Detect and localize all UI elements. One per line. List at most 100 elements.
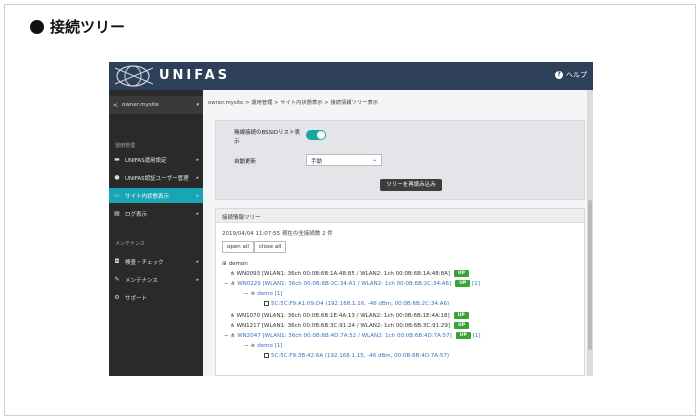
section-label-admin: 運用管理: [115, 143, 136, 149]
auto-update-label: 自動更新: [234, 159, 257, 165]
client-label: 5C:5C:F9:3B:42:6A (192.168.1.15, -46 dBm…: [271, 352, 449, 359]
ap-label: WN1217 [WLAN1: 36ch 00:0B:6B:3C:91:24 / …: [236, 322, 451, 329]
sidebar-item-maintenance[interactable]: ✎ メンテナンス ▸: [109, 272, 203, 287]
antenna-icon: ⋔: [230, 322, 235, 329]
scrollbar[interactable]: [587, 90, 593, 376]
app-screenshot: UNIFAS ? ヘルプ < owner.mysite ▾ 運用管理 ▬ UNI…: [109, 62, 593, 376]
bssid-list-label: 無線接続のBSSIDリスト表示: [234, 130, 301, 145]
display-icon: ▭: [114, 192, 120, 199]
tree-node-ap[interactable]: ⋔ WN0093 [WLAN1: 36ch 00:0B:6B:1A:48:85 …: [230, 269, 469, 278]
users-icon: ●: [114, 174, 120, 181]
connection-tree-panel: 接続情報ツリー 2019/04/04 11:07:55 現在の全接続数 2 件 …: [215, 208, 585, 376]
antenna-icon: ⋔: [230, 332, 236, 339]
chevron-down-icon: ⌄: [372, 157, 377, 163]
chevron-right-icon: ▸: [196, 156, 199, 163]
site-selector[interactable]: < owner.mysite ▾: [109, 96, 203, 114]
ap-label: WN2047 [WLAN1: 36ch 00:0B:6B:4D:7A:52 / …: [237, 332, 452, 339]
unifas-logo-icon: [114, 65, 154, 87]
ap-label: WN0093 [WLAN1: 36ch 00:0B:6B:1A:48:85 / …: [236, 270, 450, 277]
sidebar-item-label: 検査・チェック: [125, 259, 164, 266]
site-name: owner.mysite: [122, 102, 159, 108]
sidebar-item-label: UNIFAS認証ユーザー管理: [125, 175, 189, 182]
client-count: [1]: [472, 280, 480, 287]
chevron-down-icon: ▾: [196, 102, 199, 108]
toggle-knob: [317, 131, 325, 139]
brand-name: UNIFAS: [159, 68, 231, 83]
share-icon: <: [113, 101, 119, 109]
network-icon: ⊞: [222, 260, 227, 267]
tree-buttons: open all close all: [222, 241, 287, 253]
sidebar-item-label: サポート: [125, 295, 148, 302]
client-label: 5C:5C:F9:A1:09:D4 (192.168.1.16, -46 dBm…: [271, 300, 450, 307]
status-badge: UP: [454, 322, 470, 329]
open-all-button[interactable]: open all: [222, 241, 254, 253]
sidebar-item-auth-users[interactable]: ● UNIFAS認証ユーザー管理 ▸: [109, 170, 203, 185]
tree-node-ap[interactable]: ⋔ WN1070 [WLAN1: 36ch 00:0B:6B:1E:4A:13 …: [230, 311, 469, 320]
ssid-label: demo [1]: [257, 342, 283, 349]
ap-label: WN1070 [WLAN1: 36ch 00:0B:6B:1E:4A:13 / …: [236, 312, 450, 319]
settings-panel: 無線接続のBSSIDリスト表示 自動更新 手動 ⌄ ツリーを再読み込み: [215, 120, 585, 200]
top-bar: UNIFAS ? ヘルプ: [109, 62, 593, 90]
sidebar-item-operation-settings[interactable]: ▬ UNIFAS運用設定 ▸: [109, 152, 203, 167]
monitor-icon: ▬: [114, 156, 120, 163]
sidebar-item-label: メンテナンス: [125, 277, 158, 284]
heading-title: 接続ツリー: [50, 18, 126, 36]
wrench-icon: ✎: [114, 276, 120, 283]
tree-root-label: demon: [228, 260, 248, 267]
main-content: owner.mysite > 運用管理 > サイト内状態表示 > 接続情報ツリー…: [203, 90, 593, 376]
tree-node-client[interactable]: 5C:5C:F9:A1:09:D4 (192.168.1.16, -46 dBm…: [264, 299, 449, 308]
status-badge: UP: [455, 280, 471, 287]
breadcrumb: owner.mysite > 運用管理 > サイト内状態表示 > 接続情報ツリー…: [208, 100, 379, 106]
scrollbar-thumb[interactable]: [588, 200, 592, 350]
collapse-icon: −: [244, 290, 249, 297]
connection-count-text: 2019/04/04 11:07:55 現在の全接続数 2 件: [222, 231, 333, 237]
sidebar: < owner.mysite ▾ 運用管理 ▬ UNIFAS運用設定 ▸ ● U…: [109, 90, 203, 376]
help-label: ヘルプ: [566, 71, 587, 79]
tree-node-ap[interactable]: − ⋔ WN0229 [WLAN1: 36ch 00:0B:6B:2C:34:A…: [224, 279, 480, 288]
sidebar-item-site-status[interactable]: ▭ サイト内状態表示 ▸: [109, 188, 203, 203]
close-all-button[interactable]: close all: [253, 241, 287, 253]
collapse-icon: −: [224, 280, 229, 287]
chevron-right-icon: ▸: [196, 192, 199, 199]
sidebar-item-label: UNIFAS運用設定: [125, 157, 167, 164]
collapse-icon: −: [244, 342, 249, 349]
wifi-icon: ≋: [250, 290, 256, 297]
tree-node-ap[interactable]: ⋔ WN1217 [WLAN1: 36ch 00:0B:6B:3C:91:24 …: [230, 321, 470, 330]
ap-label: WN0229 [WLAN1: 36ch 00:0B:6B:2C:34:A1 / …: [237, 280, 452, 287]
check-icon: ◘: [114, 258, 120, 265]
tree-root[interactable]: ⊞ demon: [222, 259, 248, 268]
sidebar-item-inspection[interactable]: ◘ 検査・チェック ▸: [109, 254, 203, 269]
antenna-icon: ⋔: [230, 280, 236, 287]
collapse-icon: −: [224, 332, 229, 339]
help-icon: ?: [555, 71, 563, 79]
tree-node-ap[interactable]: − ⋔ WN2047 [WLAN1: 36ch 00:0B:6B:4D:7A:5…: [224, 331, 481, 340]
status-badge: UP: [455, 332, 471, 339]
status-badge: UP: [453, 270, 469, 277]
antenna-icon: ⋔: [230, 270, 235, 277]
panel-title: 接続情報ツリー: [216, 209, 584, 223]
chevron-right-icon: ▸: [196, 276, 199, 283]
chevron-right-icon: ▸: [196, 210, 199, 217]
wifi-icon: ≋: [250, 342, 256, 349]
support-icon: ⚙: [114, 294, 120, 301]
tree-node-client[interactable]: 5C:5C:F9:3B:42:6A (192.168.1.15, -46 dBm…: [264, 351, 449, 360]
section-heading: 接続ツリー: [30, 16, 125, 37]
sidebar-item-label: ログ表示: [125, 211, 148, 218]
log-icon: ▤: [114, 210, 120, 217]
chevron-right-icon: ▸: [196, 258, 199, 265]
sidebar-item-log[interactable]: ▤ ログ表示 ▸: [109, 206, 203, 221]
device-icon: [264, 353, 269, 358]
auto-update-value: 手動: [311, 159, 323, 165]
auto-update-select[interactable]: 手動 ⌄: [306, 154, 382, 166]
antenna-icon: ⋔: [230, 312, 235, 319]
tree-node-ssid[interactable]: − ≋ demo [1]: [244, 341, 282, 350]
sidebar-item-label: サイト内状態表示: [125, 193, 170, 200]
bullet-icon: [30, 19, 44, 34]
help-link[interactable]: ? ヘルプ: [555, 70, 587, 80]
reload-tree-button[interactable]: ツリーを再読み込み: [380, 179, 442, 191]
sidebar-item-support[interactable]: ⚙ サポート: [109, 290, 203, 305]
status-badge: UP: [453, 312, 469, 319]
bssid-toggle[interactable]: [306, 130, 326, 140]
tree-node-ssid[interactable]: − ≋ demo [1]: [244, 289, 282, 298]
client-count: [1]: [472, 332, 481, 339]
